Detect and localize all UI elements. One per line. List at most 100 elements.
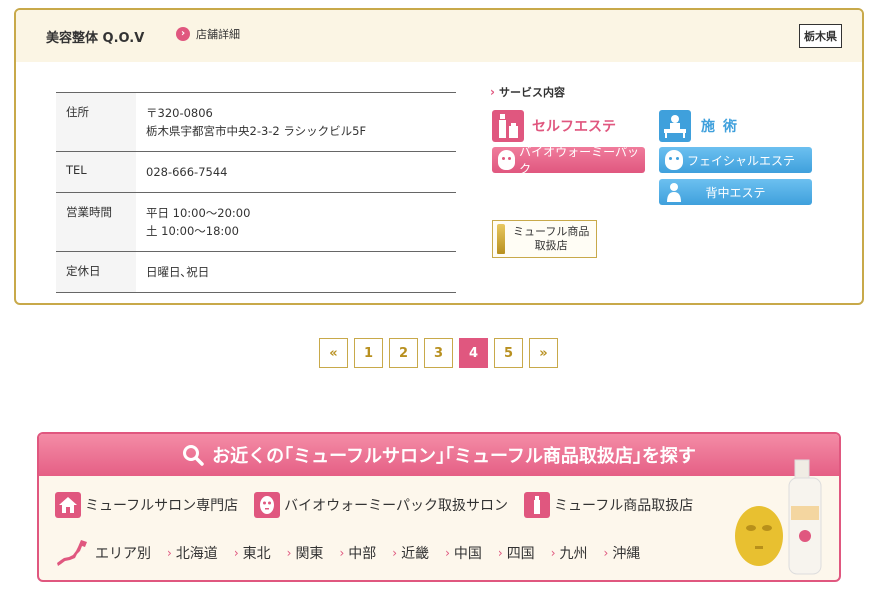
japan-map-icon [55,538,91,568]
row-value: 028-666-7544 [136,152,456,193]
area-link-chubu[interactable]: › 中部 [339,543,376,563]
area-name: 九州 [559,546,588,562]
row-label: TEL [56,151,136,193]
dealer-line-1: ミューフル商品 [513,225,590,238]
page-5-button[interactable]: 5 [494,338,523,368]
face-mask-icon [665,150,683,170]
area-name: 関東 [295,546,324,562]
product-dealer-badge: ミューフル商品 取扱店 [492,220,597,258]
home-icon [55,492,81,518]
area-link-tohoku[interactable]: › 東北 [234,543,271,563]
chevron-right-icon: › [603,546,609,560]
product-image [731,456,831,580]
area-link-kanto[interactable]: › 関東 [287,543,324,563]
search-banner-title: お近くの｢ミューフルサロン｣｢ミューフル商品取扱店｣を探す [212,446,696,467]
chevron-right-icon: › [233,546,239,560]
area-name: 沖縄 [612,546,641,562]
area-name: 北海道 [175,546,218,562]
back-esthe-label: 背中エステ [705,185,766,200]
dealer-text: ミューフル商品 取扱店 [513,225,589,253]
product-bottle-icon [497,224,505,254]
store-search-banner: お近くの｢ミューフルサロン｣｢ミューフル商品取扱店｣を探す ミューフルサロン専門… [37,432,841,582]
bio-pack-salon-label: バイオウォーミーパック取扱サロン [284,498,509,514]
table-row: TEL 028-666-7544 [56,151,456,193]
table-row: 定休日 日曜日､祝日 [56,251,456,293]
chevron-right-icon: › [445,546,450,560]
product-dealer-label: ミューフル商品取扱店 [554,498,694,514]
shop-detail-link[interactable]: › 店舗詳細 [176,26,240,42]
row-label: 営業時間 [56,192,136,252]
chevron-right-icon: › [167,546,172,560]
product-dealer-link[interactable]: ミューフル商品取扱店 [524,492,693,518]
chevron-right-icon: › [550,546,556,560]
chevron-right-icon: › [497,546,503,560]
shop-card-header: 美容整体 Q.O.V › 店舗詳細 栃木県 [16,10,862,62]
hours-saturday: 土 10:00〜18:00 [146,224,239,238]
row-value: 日曜日､祝日 [136,252,456,293]
hours-weekday: 平日 10:00〜20:00 [146,206,251,220]
facial-esthe-badge: フェイシャルエステ [659,147,812,173]
services-heading: › サービス内容 [490,84,565,100]
row-label: 定休日 [56,251,136,293]
dealer-line-2: 取扱店 [534,239,568,252]
phone-number[interactable]: 028-666-7544 [146,163,446,181]
chevron-right-icon: › [490,85,495,99]
area-name: 中国 [453,546,482,562]
area-links: エリア別 › 北海道 › 東北 › 関東 › 中部 › 近畿 › 中国 › 四国 › 九州 › 沖… [55,538,640,568]
person-icon [665,182,683,202]
face-mask-icon [498,150,516,170]
search-banner-header: お近くの｢ミューフルサロン｣｢ミューフル商品取扱店｣を探す [39,434,839,476]
row-value: 平日 10:00〜20:00 土 10:00〜18:00 [136,193,456,252]
area-link-okinawa[interactable]: › 沖縄 [604,543,641,563]
page-2-button[interactable]: 2 [389,338,418,368]
self-esthe-service: セルフエステ [492,110,616,142]
self-esthe-label: セルフエステ [532,119,616,135]
area-link-chugoku[interactable]: › 中国 [445,543,482,563]
page-1-button[interactable]: 1 [354,338,383,368]
area-name: 中部 [348,546,377,562]
pagination: « 1 2 3 4 5 » [319,338,564,368]
page-4-button-current[interactable]: 4 [459,338,488,368]
area-link-hokkaido[interactable]: › 北海道 [167,543,218,563]
table-row: 営業時間 平日 10:00〜20:00 土 10:00〜18:00 [56,192,456,252]
bio-pack-salon-link[interactable]: バイオウォーミーパック取扱サロン [254,492,508,518]
shop-detail-label: 店舗詳細 [196,28,240,41]
prefecture-badge: 栃木県 [799,24,842,48]
bottle-icon [492,110,524,142]
treatment-bed-icon [659,110,691,142]
area-link-shikoku[interactable]: › 四国 [498,543,535,563]
area-name: 四国 [506,546,535,562]
bio-pack-label: バイオウォーミーパック [519,145,640,176]
treatment-label: 施術 [701,119,745,135]
salon-store-label: ミューフルサロン専門店 [85,498,239,514]
search-icon [182,444,204,466]
arrow-right-icon: › [176,27,190,41]
area-name: 近畿 [401,546,430,562]
page-3-button[interactable]: 3 [424,338,453,368]
row-label: 住所 [56,92,136,152]
area-label: エリア別 [95,546,151,562]
chevron-right-icon: › [392,546,398,560]
shop-card: 美容整体 Q.O.V › 店舗詳細 栃木県 住所 〒320-0806 栃木県宇都… [14,8,864,305]
shop-info-table: 住所 〒320-0806 栃木県宇都宮市中央2-3-2 ラシックビル5F TEL… [56,92,456,293]
treatment-service: 施術 [659,110,745,142]
address: 栃木県宇都宮市中央2-3-2 ラシックビル5F [146,124,367,138]
salon-type-links: ミューフルサロン専門店 バイオウォーミーパック取扱サロン ミューフル商品取扱店 [55,492,709,518]
face-mask-icon [254,492,281,518]
area-link-kinki[interactable]: › 近畿 [392,543,429,563]
area-link-kyushu[interactable]: › 九州 [551,543,588,563]
page-prev-button[interactable]: « [319,338,348,368]
bottle-icon [524,492,551,518]
table-row: 住所 〒320-0806 栃木県宇都宮市中央2-3-2 ラシックビル5F [56,92,456,152]
salon-store-link[interactable]: ミューフルサロン専門店 [55,492,238,518]
back-esthe-badge: 背中エステ [659,179,812,205]
shop-name: 美容整体 Q.O.V [46,31,145,46]
closed-days: 日曜日､祝日 [146,265,210,279]
postal-code: 〒320-0806 [146,106,213,120]
bio-pack-badge: バイオウォーミーパック [492,145,645,176]
page-next-button[interactable]: » [529,338,558,368]
facial-label: フェイシャルエステ [687,153,796,168]
row-value: 〒320-0806 栃木県宇都宮市中央2-3-2 ラシックビル5F [136,93,456,152]
chevron-right-icon: › [286,546,292,560]
services-title: サービス内容 [498,86,565,99]
